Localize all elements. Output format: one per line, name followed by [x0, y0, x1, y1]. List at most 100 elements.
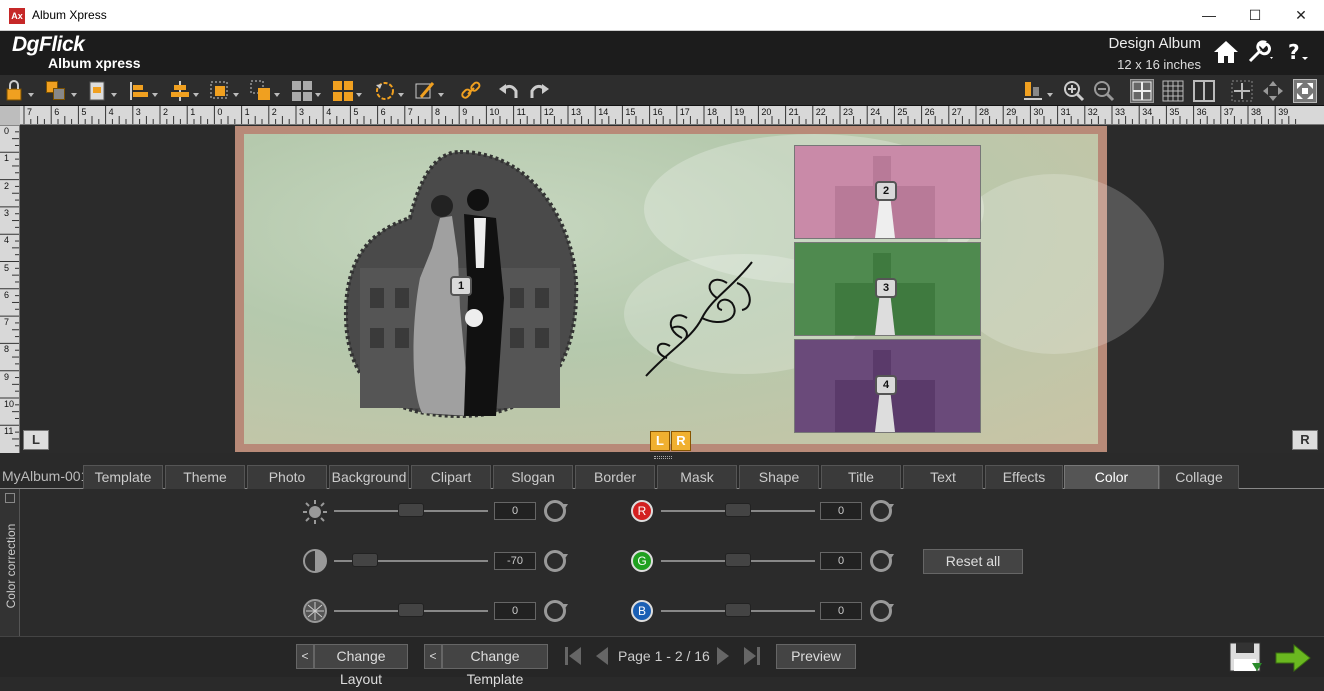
next-step-arrow-icon[interactable]: [1274, 643, 1312, 673]
last-page-icon[interactable]: [742, 645, 762, 667]
select-frame-icon[interactable]: [208, 79, 239, 103]
panel-side-label: Color correction: [0, 489, 20, 636]
ruler-h-number: 5: [353, 107, 359, 117]
splitter-handle[interactable]: [654, 456, 672, 459]
fullscreen-icon[interactable]: [1293, 79, 1317, 103]
home-icon[interactable]: [1212, 39, 1242, 67]
red-value[interactable]: 0: [820, 502, 862, 520]
left-page-toggle[interactable]: L: [650, 431, 670, 451]
ruler-h-number: 8: [435, 107, 441, 117]
right-page-marker[interactable]: R: [1292, 430, 1318, 450]
zoom-out-icon[interactable]: [1092, 79, 1116, 103]
saturation-value[interactable]: 0: [494, 602, 536, 620]
lock-icon[interactable]: [4, 79, 34, 103]
ruler-v-number: 5: [4, 262, 10, 273]
save-icon[interactable]: [1228, 641, 1264, 675]
green-reset-icon[interactable]: [870, 550, 894, 572]
saturation-reset-icon[interactable]: [544, 600, 568, 622]
red-slider[interactable]: [661, 503, 815, 517]
grid-layout-orange-icon[interactable]: [331, 79, 362, 103]
preview-button[interactable]: Preview: [776, 644, 856, 669]
arrange-layers-icon[interactable]: [44, 79, 77, 103]
page-indicator: Page 1 - 2 / 16: [618, 648, 710, 664]
zoom-in-icon[interactable]: [1062, 79, 1086, 103]
ruler-h-number: 3: [299, 107, 305, 117]
rotate-icon[interactable]: [373, 79, 404, 103]
tab-background[interactable]: Background: [329, 465, 409, 489]
align-bottom-icon[interactable]: [1022, 79, 1053, 103]
grid-toggle-icon[interactable]: [1130, 79, 1154, 103]
group-icon[interactable]: [249, 79, 280, 103]
ruler-h-number: 0: [217, 107, 223, 117]
tab-template[interactable]: Template: [83, 465, 163, 489]
change-template-button[interactable]: Change Template: [442, 644, 548, 687]
edit-pen-icon[interactable]: [413, 79, 444, 103]
undo-icon[interactable]: [497, 79, 521, 103]
contrast-value[interactable]: -70: [494, 552, 536, 570]
brightness-reset-icon[interactable]: [544, 500, 568, 522]
ruler-h-number: 26: [924, 107, 935, 117]
redo-icon[interactable]: [527, 79, 551, 103]
panel-collapse-icon[interactable]: [5, 493, 15, 503]
tab-color-correction[interactable]: Color correction: [1064, 465, 1159, 507]
reset-all-button[interactable]: Reset all: [923, 549, 1023, 574]
red-reset-icon[interactable]: [870, 500, 894, 522]
close-button[interactable]: ✕: [1278, 0, 1324, 31]
blue-reset-icon[interactable]: [870, 600, 894, 622]
blue-slider[interactable]: [661, 603, 815, 617]
ruler-h-number: 19: [734, 107, 745, 117]
page-icon[interactable]: [86, 79, 117, 103]
tab-title[interactable]: Title: [821, 465, 901, 489]
app-icon: Ax: [9, 8, 25, 24]
green-slider[interactable]: [661, 553, 815, 567]
tab-effects[interactable]: Effects: [985, 465, 1063, 489]
grid-layout-icon[interactable]: [290, 79, 321, 103]
maximize-button[interactable]: ☐: [1232, 0, 1278, 31]
prev-page-icon[interactable]: [594, 645, 610, 667]
fit-page-icon[interactable]: [1230, 79, 1254, 103]
ruler-h-number: 22: [815, 107, 826, 117]
change-layout-back-icon[interactable]: <: [296, 644, 314, 669]
tab-slogan[interactable]: Slogan: [493, 465, 573, 489]
saturation-slider[interactable]: [334, 603, 488, 617]
blue-value[interactable]: 0: [820, 602, 862, 620]
brightness-value[interactable]: 0: [494, 502, 536, 520]
contrast-slider[interactable]: [334, 553, 488, 567]
next-page-icon[interactable]: [715, 645, 731, 667]
contrast-reset-icon[interactable]: [544, 550, 568, 572]
ruler-h-number: 25: [897, 107, 908, 117]
ruler-h-number: 7: [27, 107, 33, 117]
move-icon[interactable]: [1261, 79, 1285, 103]
fine-grid-icon[interactable]: [1161, 79, 1185, 103]
ruler-h-number: 18: [707, 107, 718, 117]
ruler-h-number: 15: [625, 107, 636, 117]
first-page-icon[interactable]: [563, 645, 583, 667]
change-layout-button[interactable]: Change Layout: [314, 644, 408, 687]
ruler-h-number: 31: [1060, 107, 1071, 117]
link-icon[interactable]: [459, 79, 483, 103]
tab-border[interactable]: Border: [575, 465, 655, 489]
change-template-back-icon[interactable]: <: [424, 644, 442, 669]
tab-clipart[interactable]: Clipart: [411, 465, 491, 489]
spread-view-icon[interactable]: [1192, 79, 1216, 103]
align-center-icon[interactable]: [168, 79, 199, 103]
ruler-h-number: 29: [1006, 107, 1017, 117]
tab-shape[interactable]: Shape: [739, 465, 819, 489]
tab-photo[interactable]: Photo: [247, 465, 327, 489]
clipart-swirl[interactable]: [642, 258, 760, 380]
tab-text[interactable]: Text: [903, 465, 983, 489]
ruler-v-number: 3: [4, 207, 10, 218]
brightness-slider[interactable]: [334, 503, 488, 517]
settings-wrench-icon[interactable]: [1246, 39, 1276, 67]
align-left-icon[interactable]: [127, 79, 158, 103]
right-page-toggle[interactable]: R: [671, 431, 691, 451]
album-name-tab[interactable]: MyAlbum-001: [2, 468, 88, 484]
help-icon[interactable]: ?: [1284, 39, 1314, 67]
green-value[interactable]: 0: [820, 552, 862, 570]
left-page-marker[interactable]: L: [23, 430, 49, 450]
tab-mask[interactable]: Mask: [657, 465, 737, 489]
minimize-button[interactable]: —: [1186, 0, 1232, 31]
tab-collage[interactable]: Collage: [1159, 465, 1239, 489]
tab-theme[interactable]: Theme: [165, 465, 245, 489]
ruler-h-number: 12: [543, 107, 554, 117]
